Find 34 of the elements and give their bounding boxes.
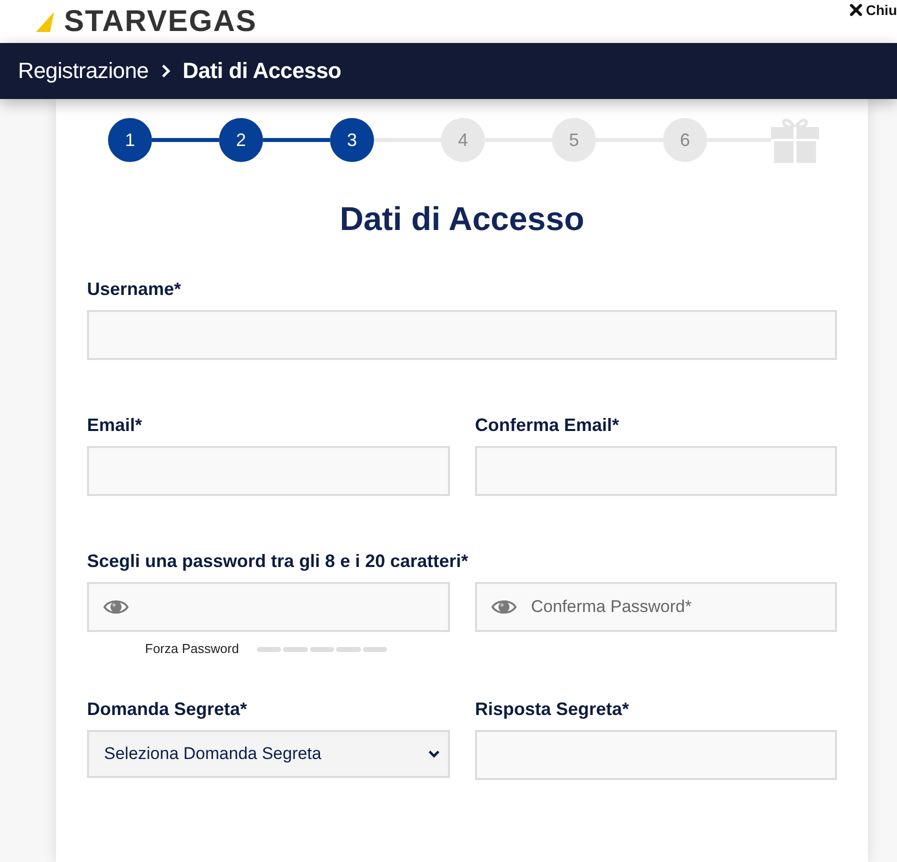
chevron-right-icon xyxy=(160,64,171,78)
close-icon xyxy=(850,4,862,16)
gift-icon xyxy=(771,117,819,163)
breadcrumb-link[interactable]: Registrazione xyxy=(18,58,149,84)
field-label: Scegli una password tra gli 8 e i 20 caratteri* xyxy=(87,550,470,572)
text-input[interactable] xyxy=(87,446,450,496)
question-select[interactable]: Seleziona Domanda Segreta xyxy=(87,730,450,778)
text-input[interactable] xyxy=(475,446,837,496)
field-label: Username* xyxy=(87,278,182,300)
breadcrumb-current: Dati di Accesso xyxy=(182,58,342,84)
triangle-logo-icon xyxy=(36,12,54,32)
step-indicator: 2 xyxy=(219,118,263,162)
field-label: Domanda Segreta* xyxy=(87,698,248,720)
step-connector xyxy=(263,138,330,142)
step-indicator: 3 xyxy=(330,118,374,162)
eye-icon[interactable] xyxy=(491,598,517,616)
step-indicator: 1 xyxy=(108,118,152,162)
strength-label: Forza Password xyxy=(145,640,239,658)
text-input[interactable] xyxy=(475,730,837,780)
step-indicator: 4 xyxy=(441,118,485,162)
field-label: Conferma Email* xyxy=(475,414,620,436)
step-connector xyxy=(152,138,219,142)
password-input[interactable]: Conferma Password* xyxy=(475,582,837,632)
brand-logo: STARVEGAS xyxy=(64,4,257,38)
step-indicator: 5 xyxy=(552,118,596,162)
field-label: Risposta Segreta* xyxy=(475,698,630,720)
field-label: Email* xyxy=(87,414,144,436)
chevron-down-icon xyxy=(428,750,440,758)
step-indicator: 6 xyxy=(663,118,707,162)
eye-icon[interactable] xyxy=(103,598,129,616)
text-input[interactable] xyxy=(87,310,837,360)
close-link[interactable]: Chiu xyxy=(850,2,897,18)
password-input[interactable] xyxy=(87,582,450,632)
page-title: Dati di Accesso xyxy=(338,199,586,239)
